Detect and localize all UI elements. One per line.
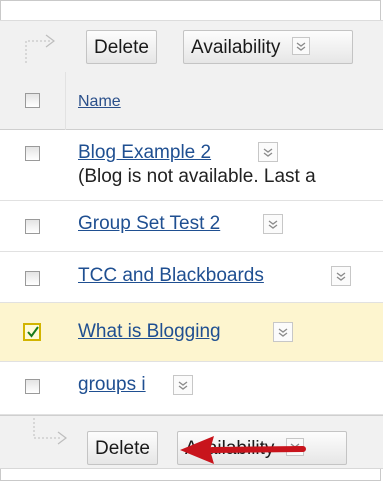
select-all-checkbox[interactable] <box>25 93 40 108</box>
name-column-header[interactable]: Name <box>78 93 121 111</box>
table-row: Blog Example 2 (Blog is not available. L… <box>0 130 383 201</box>
item-menu-button[interactable] <box>258 142 278 162</box>
checkmark-icon <box>27 326 39 338</box>
item-title-link[interactable]: Group Set Test 2 <box>78 213 220 235</box>
row-checkbox[interactable] <box>25 146 40 161</box>
table-row: Group Set Test 2 <box>0 201 383 252</box>
annotation-arrow-icon <box>180 436 306 464</box>
chevron-down-icon <box>263 148 273 157</box>
item-title-link[interactable]: groups i <box>78 374 146 396</box>
item-title-link[interactable]: Blog Example 2 <box>78 142 211 164</box>
chevron-down-icon <box>178 381 188 390</box>
connector-arrow-icon <box>33 418 67 445</box>
item-menu-button[interactable] <box>331 266 351 286</box>
table-row: groups i <box>0 362 383 415</box>
delete-button-top[interactable]: Delete <box>86 30 157 64</box>
table-header-row: Name <box>0 73 383 130</box>
table-row: TCC and Blackboards <box>0 252 383 303</box>
delete-label: Delete <box>94 37 149 58</box>
delete-label: Delete <box>95 438 150 459</box>
availability-button-top[interactable]: Availability <box>183 30 353 64</box>
item-menu-button[interactable] <box>273 322 293 342</box>
row-checkbox[interactable] <box>25 271 40 286</box>
item-menu-button[interactable] <box>173 375 193 395</box>
chevron-down-icon <box>336 272 346 281</box>
item-status-text: (Blog is not available. Last a <box>78 166 316 187</box>
connector-arrow-icon <box>25 34 55 63</box>
chevron-down-icon <box>268 220 278 229</box>
delete-button-bottom[interactable]: Delete <box>87 431 158 465</box>
chevron-down-icon <box>291 36 310 55</box>
top-action-bar: Delete Availability <box>0 20 383 74</box>
chevron-down-icon <box>278 328 288 337</box>
row-checkbox[interactable] <box>25 219 40 234</box>
item-menu-button[interactable] <box>263 214 283 234</box>
table-row-selected: What is Blogging <box>0 303 383 362</box>
row-checkbox[interactable] <box>25 379 40 394</box>
row-checkbox-checked[interactable] <box>23 323 41 341</box>
item-title-link[interactable]: TCC and Blackboards <box>78 265 264 287</box>
item-title-link[interactable]: What is Blogging <box>78 321 221 343</box>
availability-label: Availability <box>191 37 281 58</box>
